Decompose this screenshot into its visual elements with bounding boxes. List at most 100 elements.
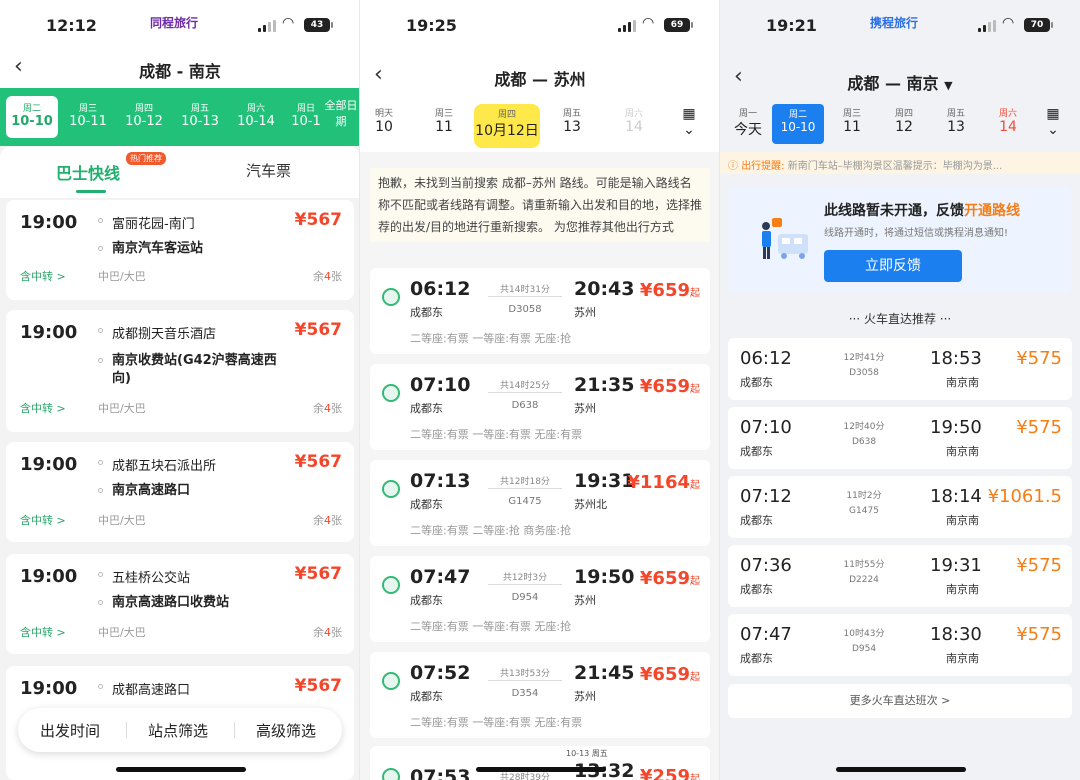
end-dot-icon [98, 246, 103, 251]
arrival-time: 19:31 [574, 470, 635, 492]
date-strip: 周二 10-10 周三 10-11 周四 10-12 周五 10-13 周六 10-14 … [0, 88, 360, 146]
arrival-station: 苏州 [574, 306, 596, 319]
arrival-time: 18:30 [930, 624, 982, 645]
train-icon [382, 384, 400, 402]
price: ¥567 [294, 564, 342, 584]
date-item[interactable]: 周五 10-13 [174, 96, 226, 138]
signal-icon [618, 20, 636, 32]
route-line [488, 488, 562, 489]
feedback-button[interactable]: 立即反馈 [824, 250, 962, 282]
price: ¥659起 [639, 664, 700, 685]
date-item[interactable]: 周一 今天 [722, 106, 774, 139]
price: ¥575 [1016, 348, 1062, 369]
train-card[interactable]: 06:12 成都东 12时41分 D3058 18:53 南京南 ¥575 [728, 338, 1072, 400]
transfer-link[interactable]: 含中转 > [20, 512, 66, 528]
date-item[interactable]: 周日 10-1 [286, 96, 326, 138]
train-card[interactable]: 07:10 成都东 共14时25分 D638 21:35 苏州 ¥659起 二等… [370, 364, 710, 450]
arrival-station: 苏州 [574, 690, 596, 703]
date-item[interactable]: 周四 12 [878, 106, 930, 135]
nav-bar: ‹ 成都 — 南京 ▼ [720, 54, 1080, 94]
train-card[interactable]: 06:12 成都东 共14时31分 D3058 20:43 苏州 ¥659起 二… [370, 268, 710, 354]
date-item[interactable]: 周三 10-11 [62, 96, 114, 138]
arrival-time: 19:50 [574, 566, 635, 588]
date-item[interactable]: 明天 10 [362, 106, 406, 135]
no-route-notice: 抱歉，未找到当前搜索 成都–苏州 路线。可能是输入路线名称不匹配或者线路有调整。… [370, 168, 710, 242]
train-card[interactable]: 07:52 成都东 共13时53分 D354 21:45 苏州 ¥659起 二等… [370, 652, 710, 738]
bus-card[interactable]: 19:00 成都捌天音乐酒店 南京收费站(G42沪蓉高速西向) ¥567 含中转… [6, 310, 354, 432]
arrival-time: 19:31 [930, 555, 982, 576]
train-number: D954 [511, 592, 539, 603]
departure-time: 06:12 [740, 348, 792, 369]
train-card[interactable]: 07:47 成都东 10时43分 D954 18:30 南京南 ¥575 [728, 614, 1072, 676]
date-item[interactable]: 周五 13 [550, 106, 594, 135]
battery-icon: 69 [664, 18, 693, 32]
filter-advanced[interactable]: 高级筛选 [256, 720, 316, 741]
tab-bus-express[interactable]: 巴士快线 [56, 160, 120, 193]
train-icon [382, 288, 400, 306]
filter-departure-time[interactable]: 出发时间 [40, 720, 100, 741]
train-icon [382, 672, 400, 690]
travel-notice[interactable]: ⓘ 出行提醒: 新南门车站–毕棚沟景区温馨提示：毕棚沟为景... [720, 152, 1080, 174]
train-card[interactable]: 07:13 成都东 共12时18分 G1475 19:31 苏州北 ¥1164起… [370, 460, 710, 546]
date-item[interactable]: 周六 14 [982, 106, 1034, 135]
brand-logo: 同程旅行 [150, 16, 199, 30]
bus-card[interactable]: 19:00 成都五块石派出所 南京高速路口 ¥567 含中转 > 中巴/大巴 余… [6, 442, 354, 542]
train-search-panel: 19:25 ◠ 69 ‹ 成都 — 苏州 明天 10 周三 11 周四 10月12日 … [360, 0, 720, 780]
person-bus-illustration [762, 218, 808, 259]
date-item[interactable]: 周四 10-12 [118, 96, 170, 138]
departure-station: 成都东 [740, 445, 773, 458]
tab-bus-ticket[interactable]: 汽车票 [246, 160, 291, 181]
departure-station: 成都东 [740, 514, 773, 527]
page-title[interactable]: 成都 — 南京 ▼ [720, 70, 1080, 94]
transfer-link[interactable]: 含中转 > [20, 624, 66, 640]
departure-time: 07:47 [410, 566, 471, 588]
train-card[interactable]: 07:12 成都东 11时2分 G1475 18:14 南京南 ¥1061.5 [728, 476, 1072, 538]
arrival-station: 苏州 [574, 594, 596, 607]
seat-availability: 二等座:有票 二等座:抢 商务座:抢 [410, 524, 572, 537]
from-stop: 成都五块石派出所 [112, 459, 217, 474]
price: ¥567 [294, 320, 342, 340]
transfer-link[interactable]: 含中转 > [20, 268, 66, 284]
date-item[interactable]: 周二 10-10 [6, 96, 58, 138]
duration: 共12时3分 [502, 573, 548, 583]
date-item-selected[interactable]: 周四 10月12日 [474, 104, 540, 148]
train-number: D2224 [849, 575, 879, 585]
train-card[interactable]: 10-13 周五 07:53 共28时39分 13:32 ¥259起 [370, 746, 710, 780]
arrival-time: 18:14 [930, 486, 982, 507]
more-trains-link[interactable]: 更多火车直达班次 > [728, 684, 1072, 718]
bus-card[interactable]: 19:00 富丽花园-南门 南京汽车客运站 ¥567 含中转 > 中巴/大巴 余… [6, 200, 354, 300]
date-item[interactable]: 周三 11 [422, 106, 466, 135]
price: ¥659起 [639, 376, 700, 397]
transfer-link[interactable]: 含中转 > [20, 400, 66, 416]
bus-card[interactable]: 19:00 五桂桥公交站 南京高速路口收费站 ¥567 含中转 > 中巴/大巴 … [6, 554, 354, 654]
arrival-time: 19:50 [930, 417, 982, 438]
signal-icon [978, 20, 996, 32]
calendar-icon[interactable]: ▦ ⌄ [1042, 106, 1064, 142]
date-item[interactable]: 周六 10-14 [230, 96, 282, 138]
departure-station: 成都东 [410, 306, 443, 319]
train-card[interactable]: 07:10 成都东 12时40分 D638 19:50 南京南 ¥575 [728, 407, 1072, 469]
train-card[interactable]: 07:36 成都东 11时55分 D2224 19:31 南京南 ¥575 [728, 545, 1072, 607]
page-title: 成都 - 南京 [139, 62, 221, 81]
status-bar: 19:21 携程旅行 ◠ 70 [720, 0, 1080, 50]
from-stop: 成都高速路口 [112, 683, 191, 698]
all-dates-button[interactable]: 全部日期 [324, 98, 358, 130]
calendar-icon[interactable]: ▦ ⌄ [678, 106, 700, 142]
feedback-subtitle: 线路开通时，将通过短信或携程消息通知! [824, 228, 1009, 239]
train-icon [382, 768, 400, 780]
to-stop: 南京高速路口收费站 [112, 595, 230, 610]
date-item[interactable]: 周三 11 [826, 106, 878, 135]
filter-divider [234, 722, 235, 738]
route-line [488, 680, 562, 681]
seats-left: 余4张 [313, 402, 342, 415]
start-dot-icon [98, 572, 103, 577]
date-item: 周六 14 [624, 109, 643, 135]
train-number: D638 [851, 437, 877, 447]
seats-left: 余4张 [313, 626, 342, 639]
to-stop: 南京收费站(G42沪蓉高速西向) [112, 353, 277, 386]
tongcheng-bus-panel: 12:12 同程旅行 ◠ 43 ‹ 成都 - 南京 周二 10-10 周三 10-1… [0, 0, 360, 780]
date-item[interactable]: 周五 13 [930, 106, 982, 135]
filter-stations[interactable]: 站点筛选 [148, 720, 208, 741]
date-item-selected[interactable]: 周二 10-10 [772, 104, 824, 144]
train-card[interactable]: 07:47 成都东 共12时3分 D954 19:50 苏州 ¥659起 二等座… [370, 556, 710, 642]
